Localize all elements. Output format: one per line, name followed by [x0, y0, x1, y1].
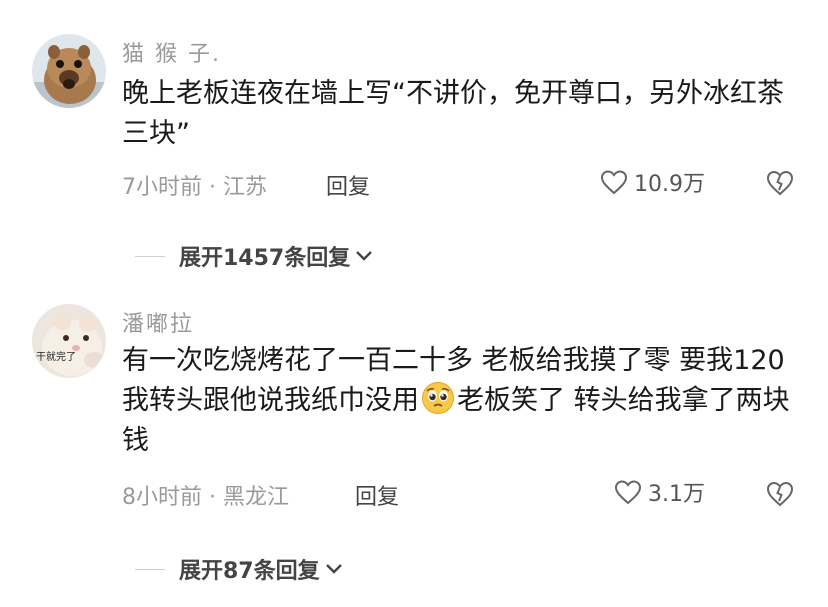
comment-text: 有一次吃烧烤花了一百二十多 老板给我摸了零 要我120 我转头跟他说我纸巾没用 … — [122, 341, 802, 461]
reply-button[interactable]: 回复 — [355, 479, 399, 511]
chevron-down-icon — [356, 251, 373, 261]
divider — [135, 568, 165, 570]
like-button[interactable]: 10.9万 — [600, 166, 705, 198]
dislike-button[interactable] — [765, 169, 795, 199]
avatar[interactable]: 干就完了 — [32, 304, 106, 378]
comment-item: 猫 猴 子. 晚上老板连夜在墙上写“不讲价，免开尊口，另外冰红茶三块” 7小时前… — [0, 0, 828, 290]
chevron-down-icon — [325, 564, 342, 574]
comment-item: 干就完了 潘嘟拉 有一次吃烧烤花了一百二十多 老板给我摸了零 要我120 我转头… — [0, 296, 828, 607]
comment-list: 猫 猴 子. 晚上老板连夜在墙上写“不讲价，免开尊口，另外冰红茶三块” 7小时前… — [0, 0, 828, 607]
dislike-button[interactable] — [765, 480, 795, 510]
comment-text: 晚上老板连夜在墙上写“不讲价，免开尊口，另外冰红茶三块” — [122, 78, 784, 149]
comment-time-location: 7小时前 · 江苏 — [122, 175, 267, 200]
like-count: 3.1万 — [648, 482, 705, 507]
heart-outline-icon — [614, 480, 642, 505]
reply-button[interactable]: 回复 — [326, 169, 370, 201]
expand-replies-button[interactable]: 展开87条回复 — [135, 553, 344, 585]
divider — [135, 255, 165, 257]
broken-heart-icon — [766, 170, 794, 196]
expand-replies-button[interactable]: 展开1457条回复 — [135, 240, 374, 272]
like-count: 10.9万 — [634, 172, 705, 197]
heart-outline-icon — [600, 170, 628, 195]
avatar-caption: 干就完了 — [36, 352, 76, 363]
avatar[interactable] — [32, 34, 106, 108]
expand-replies-label: 展开1457条回复 — [179, 246, 351, 271]
broken-heart-icon — [766, 481, 794, 507]
pleading-face-emoji — [421, 381, 455, 415]
username[interactable]: 潘嘟拉 — [122, 306, 194, 338]
username[interactable]: 猫 猴 子. — [122, 36, 221, 68]
like-button[interactable]: 3.1万 — [614, 476, 705, 508]
comment-time-location: 8小时前 · 黑龙江 — [122, 485, 289, 510]
expand-replies-label: 展开87条回复 — [179, 559, 320, 584]
